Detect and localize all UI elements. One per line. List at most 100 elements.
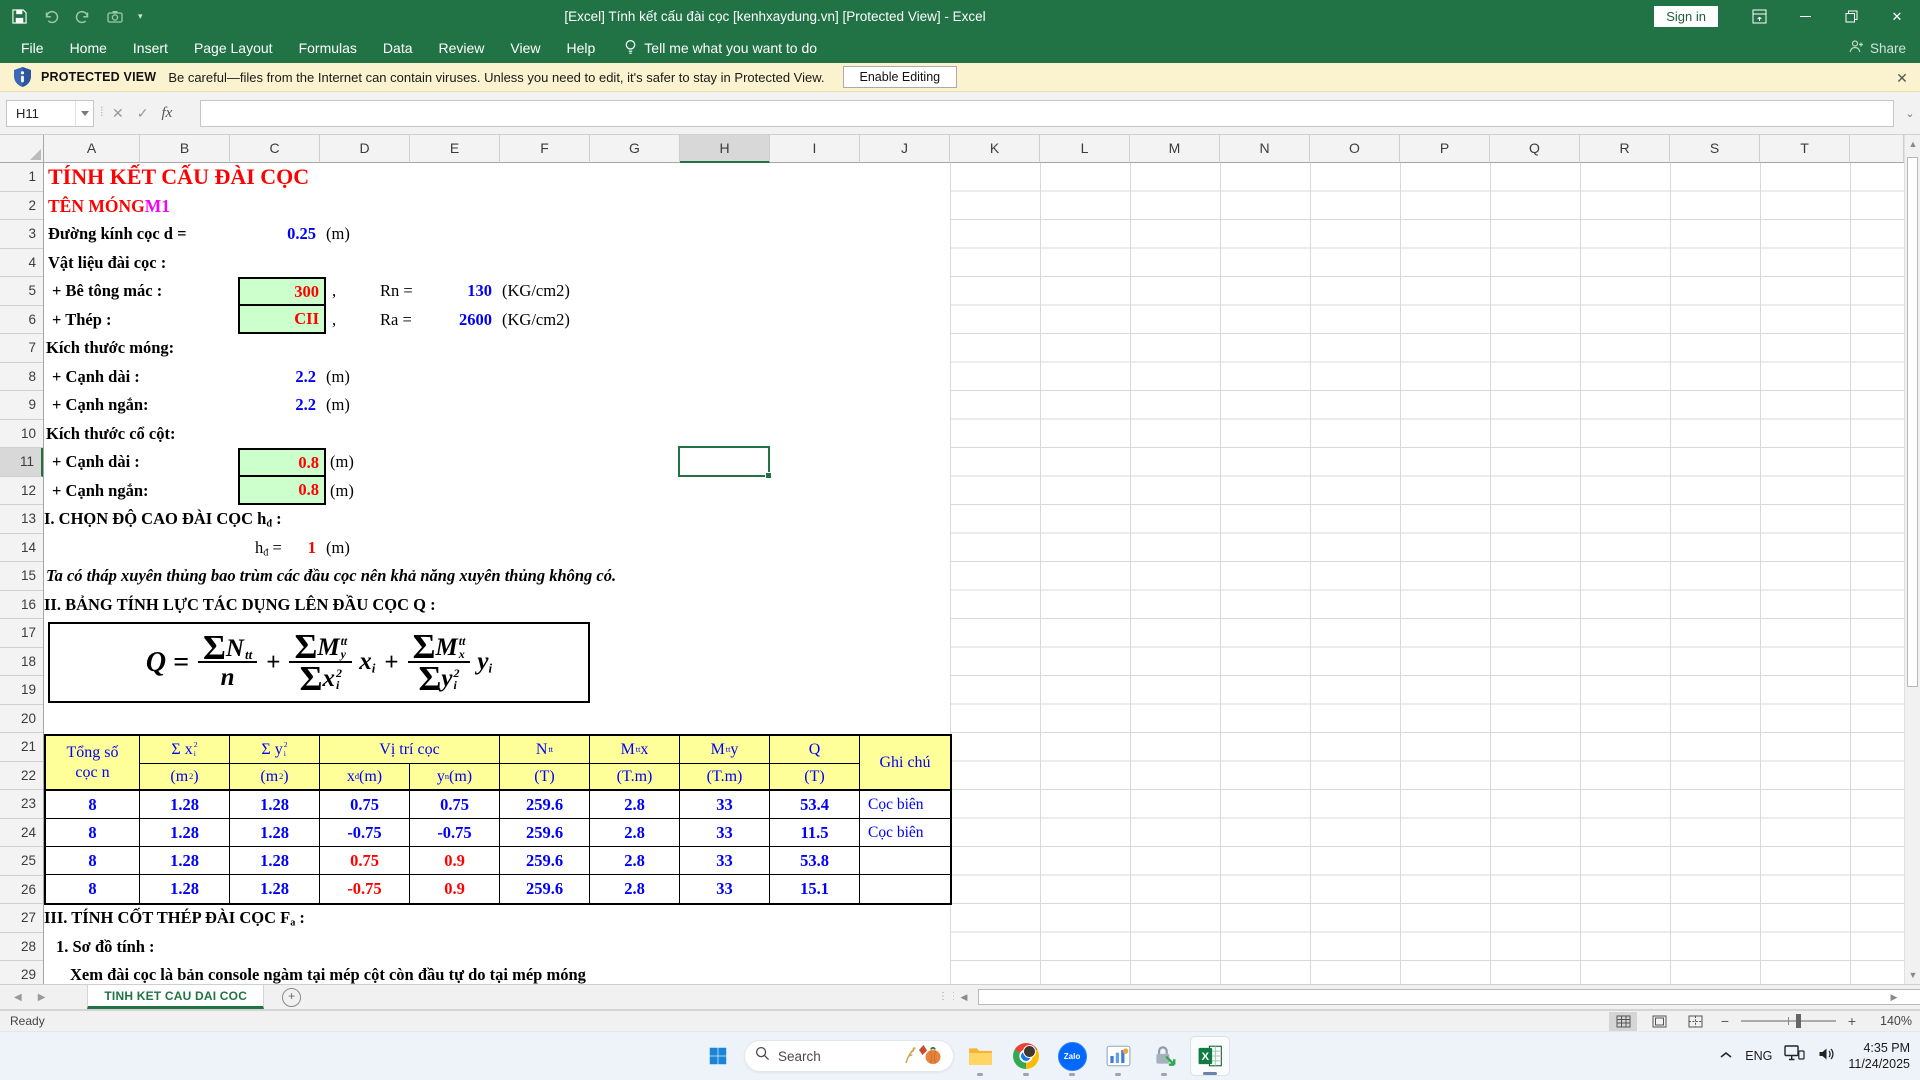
column-header-M[interactable]: M (1130, 135, 1220, 163)
restore-button[interactable] (1828, 0, 1874, 33)
table-header-r2c8[interactable]: (T.m) (680, 764, 770, 791)
row-header-20[interactable]: 20 (0, 705, 43, 734)
taskbar-app-photos[interactable] (1098, 1036, 1138, 1076)
column-header-C[interactable]: C (230, 135, 320, 163)
cell-A23[interactable]: 8 (46, 791, 140, 819)
page-break-view-icon[interactable] (1681, 1012, 1709, 1031)
tab-scroll-left-icon[interactable]: ◀ (14, 992, 22, 1003)
language-indicator[interactable]: ENG (1745, 1049, 1772, 1063)
cell-F26[interactable]: 259.6 (500, 875, 590, 903)
cell-D23[interactable]: 0.75 (320, 791, 410, 819)
start-button[interactable] (698, 1036, 738, 1076)
close-button[interactable]: ✕ (1874, 0, 1920, 33)
row-header-9[interactable]: 9 (0, 391, 43, 420)
ribbon-tab-view[interactable]: View (497, 33, 553, 63)
table-header-r1c1[interactable]: Tổng sốcọc n (46, 736, 140, 791)
cell-D26[interactable]: -0.75 (320, 875, 410, 903)
share-button[interactable]: Share (1849, 33, 1906, 63)
column-header-F[interactable]: F (500, 135, 590, 163)
ribbon-tab-formulas[interactable]: Formulas (286, 33, 370, 63)
cell-H25[interactable]: 33 (680, 847, 770, 875)
input-cell-C6[interactable]: CII (238, 304, 326, 334)
cell-E24[interactable]: -0.75 (410, 819, 500, 847)
row-header-5[interactable]: 5 (0, 277, 43, 306)
scroll-down-icon[interactable]: ▼ (1905, 970, 1920, 980)
taskbar-app-explorer[interactable] (960, 1036, 1000, 1076)
taskbar-app-excel[interactable]: X (1190, 1036, 1230, 1076)
table-header-r2c3[interactable]: (m2) (230, 764, 320, 791)
formula-input[interactable] (200, 100, 1894, 127)
column-header-G[interactable]: G (590, 135, 680, 163)
row-header-24[interactable]: 24 (0, 819, 43, 848)
sheet-canvas[interactable]: TÍNH KẾT CẤU ĐÀI CỌCTÊN MÓNGM1Đường kính… (0, 163, 1904, 984)
cell-B23[interactable]: 1.28 (140, 791, 230, 819)
cell-G23[interactable]: 2.8 (590, 791, 680, 819)
formula-bar-expand-icon[interactable]: ⌄ (1902, 106, 1918, 122)
table-header-r1c4[interactable]: Vị trí cọc (320, 736, 500, 764)
cell-C26[interactable]: 1.28 (230, 875, 320, 903)
row-header-28[interactable]: 28 (0, 933, 43, 962)
row-header-18[interactable]: 18 (0, 648, 43, 677)
row-header-7[interactable]: 7 (0, 334, 43, 363)
cell-I23[interactable]: 53.4 (770, 791, 860, 819)
table-header-r2c7[interactable]: (T.m) (590, 764, 680, 791)
fill-handle[interactable] (765, 472, 772, 479)
column-header-O[interactable]: O (1310, 135, 1400, 163)
zoom-in-icon[interactable]: + (1844, 1013, 1860, 1029)
row-header-2[interactable]: 2 (0, 192, 43, 221)
row-header-16[interactable]: 16 (0, 591, 43, 620)
input-cell-C12[interactable]: 0.8 (238, 475, 326, 505)
search-box[interactable]: Search (744, 1040, 954, 1072)
column-header-J[interactable]: J (860, 135, 950, 163)
column-header-B[interactable]: B (140, 135, 230, 163)
tray-chevron-icon[interactable] (1719, 1047, 1733, 1065)
cancel-icon[interactable]: ✕ (112, 105, 124, 122)
cell-J24[interactable]: Cọc biên (860, 819, 950, 847)
select-all-corner[interactable] (0, 135, 44, 163)
ribbon-tab-insert[interactable]: Insert (120, 33, 181, 63)
row-header-29[interactable]: 29 (0, 961, 43, 984)
page-layout-view-icon[interactable] (1645, 1012, 1673, 1031)
clock[interactable]: 4:35 PM 11/24/2025 (1848, 1040, 1910, 1073)
ribbon-tab-help[interactable]: Help (554, 33, 609, 63)
table-header-r2c2[interactable]: (m2) (140, 764, 230, 791)
cell-C23[interactable]: 1.28 (230, 791, 320, 819)
cell-F23[interactable]: 259.6 (500, 791, 590, 819)
selected-cell-H11[interactable] (678, 446, 770, 477)
tell-me-box[interactable]: Tell me what you want to do (624, 39, 817, 58)
table-header-r1c10[interactable]: Ghi chú (860, 736, 950, 791)
name-box[interactable]: H11 (6, 100, 94, 127)
row-header-4[interactable]: 4 (0, 249, 43, 278)
table-header-r2c6[interactable]: (T) (500, 764, 590, 791)
taskbar-app-zalo[interactable]: Zalo (1052, 1036, 1092, 1076)
cell-D25[interactable]: 0.75 (320, 847, 410, 875)
row-header-17[interactable]: 17 (0, 619, 43, 648)
row-header-3[interactable]: 3 (0, 220, 43, 249)
column-header-Q[interactable]: Q (1490, 135, 1580, 163)
row-header-1[interactable]: 1 (0, 163, 43, 192)
sheet-tab-active[interactable]: TINH KET CAU DAI COC (87, 985, 264, 1009)
insert-function-icon[interactable]: fx (161, 105, 172, 122)
cell-H24[interactable]: 33 (680, 819, 770, 847)
column-header-H[interactable]: H (680, 135, 770, 163)
row-header-23[interactable]: 23 (0, 790, 43, 819)
cell-C25[interactable]: 1.28 (230, 847, 320, 875)
cell-G25[interactable]: 2.8 (590, 847, 680, 875)
zoom-slider-handle[interactable] (1796, 1014, 1801, 1028)
tab-scroll-right-icon[interactable]: ▶ (38, 992, 46, 1003)
table-header-r2c5[interactable]: yn(m) (410, 764, 500, 791)
cell-I25[interactable]: 53.8 (770, 847, 860, 875)
enable-editing-button[interactable]: Enable Editing (843, 66, 958, 88)
row-header-25[interactable]: 25 (0, 847, 43, 876)
row-header-11[interactable]: 11 (0, 448, 43, 477)
row-header-13[interactable]: 13 (0, 505, 43, 534)
vertical-scrollbar[interactable]: ▲ ▼ (1904, 135, 1920, 984)
column-header-P[interactable]: P (1400, 135, 1490, 163)
cell-J26[interactable] (860, 875, 950, 903)
row-header-14[interactable]: 14 (0, 534, 43, 563)
new-sheet-icon[interactable]: + (282, 988, 301, 1007)
table-header-r1c7[interactable]: Mttx (590, 736, 680, 764)
row-header-6[interactable]: 6 (0, 306, 43, 335)
row-header-12[interactable]: 12 (0, 477, 43, 506)
scroll-up-icon[interactable]: ▲ (1905, 139, 1920, 149)
